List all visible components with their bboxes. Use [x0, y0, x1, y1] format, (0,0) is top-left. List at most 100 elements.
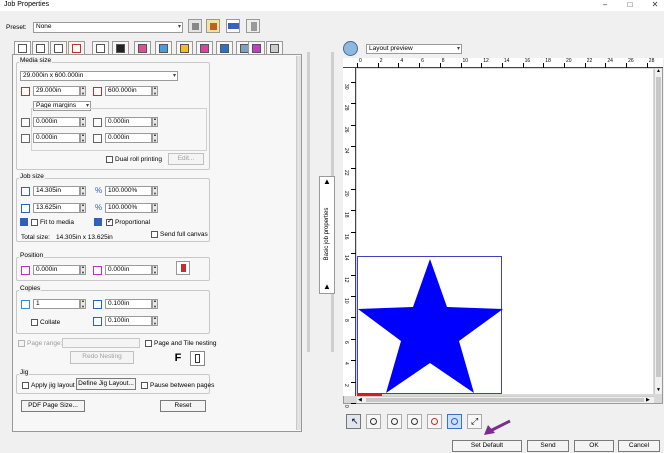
scroll-left-icon[interactable]: ◀ — [358, 397, 362, 403]
panel-scrollbar[interactable] — [296, 56, 301, 430]
pause-pages-checkbox[interactable] — [141, 382, 148, 389]
nesting-mode-button[interactable] — [190, 351, 205, 366]
collate-checkbox[interactable] — [31, 319, 38, 326]
anchor-button[interactable] — [176, 261, 190, 275]
margin-bottom-right-spinner[interactable] — [152, 132, 158, 143]
zoom-out-button[interactable] — [407, 414, 422, 429]
position-x-spinner[interactable] — [80, 264, 86, 275]
dual-roll-checkbox[interactable] — [106, 156, 113, 163]
margin-bottom-left-field[interactable]: 0.000in — [33, 133, 80, 143]
position-x-field[interactable]: 0.000in — [33, 265, 80, 275]
cancel-button[interactable]: Cancel — [618, 440, 660, 452]
scroll-thumb[interactable] — [366, 398, 644, 402]
spacing-h-spinner[interactable] — [152, 298, 158, 309]
job-height-pct-spinner[interactable] — [152, 202, 158, 213]
margin-top-left-spinner[interactable] — [80, 116, 86, 127]
media-size-label: Media size — [19, 57, 53, 64]
ruler-label: 2 — [343, 383, 349, 387]
preview-mode-combo[interactable]: Layout preview ▾ — [366, 44, 462, 54]
margin-top-right-spinner[interactable] — [152, 116, 158, 127]
f-button[interactable]: F — [171, 351, 185, 365]
maximize-button[interactable]: □ — [623, 0, 637, 11]
job-width-pct-field[interactable]: 100.000% — [105, 186, 152, 196]
page-tile-nesting-checkbox[interactable] — [145, 340, 152, 347]
margin-top-right-field[interactable]: 0.000in — [105, 117, 152, 127]
reset-button[interactable]: Reset — [160, 400, 206, 412]
margin-top-left-field[interactable]: 0.000in — [33, 117, 80, 127]
preview-v-scrollbar[interactable]: ▲ ▼ — [654, 68, 662, 394]
media-size-combo[interactable]: 29.000in x 600.000in ▾ — [20, 71, 178, 81]
zoom-in-button[interactable] — [387, 414, 402, 429]
edit-button[interactable]: Edit... — [168, 153, 204, 165]
save-preset-button[interactable] — [188, 19, 202, 33]
position-y-spinner[interactable] — [152, 264, 158, 275]
margin-bottom-right-field[interactable]: 0.000in — [105, 133, 152, 143]
tab-settings[interactable] — [112, 41, 129, 55]
zoom-fit-button[interactable] — [427, 414, 442, 429]
ok-button[interactable]: OK — [574, 440, 614, 452]
scroll-down-icon[interactable]: ▼ — [656, 387, 661, 393]
zoom-tool-button[interactable] — [366, 414, 381, 429]
spacing-v-field[interactable]: 0.100in — [105, 316, 152, 326]
spacing-v-spinner[interactable] — [152, 315, 158, 326]
close-button[interactable]: ✕ — [648, 0, 662, 11]
compass-icon[interactable] — [343, 41, 358, 56]
tab-color[interactable] — [176, 41, 193, 55]
job-preview[interactable] — [357, 256, 503, 394]
select-tool-button[interactable]: ↖ — [346, 414, 361, 429]
copies-spinner[interactable] — [80, 298, 86, 309]
job-width-pct-spinner[interactable] — [152, 185, 158, 196]
tab-grid[interactable] — [68, 41, 85, 55]
scroll-thumb[interactable] — [656, 77, 661, 377]
proportional-checkbox[interactable] — [106, 217, 113, 226]
tab-output[interactable] — [50, 41, 67, 55]
media-height-spinner[interactable] — [152, 85, 158, 96]
define-jig-button[interactable]: Define Jig Layout... — [76, 378, 136, 390]
position-y-field[interactable]: 0.000in — [105, 265, 152, 275]
apply-jig-checkbox[interactable] — [22, 382, 29, 389]
preset-combo[interactable]: None ▾ — [33, 22, 183, 33]
copies-field[interactable]: 1 — [33, 299, 80, 309]
tab-printer[interactable] — [32, 41, 49, 55]
margin-bottom-left-spinner[interactable] — [80, 132, 86, 143]
job-width-spinner[interactable] — [80, 185, 86, 196]
delete-preset-button[interactable] — [246, 19, 260, 33]
splitter-left[interactable] — [307, 52, 310, 352]
tab-pen[interactable] — [248, 41, 265, 55]
tab-layers[interactable] — [134, 41, 151, 55]
job-height-spinner[interactable] — [80, 202, 86, 213]
send-full-canvas-checkbox[interactable] — [151, 231, 158, 238]
preview-h-scrollbar[interactable]: ◀ ▶ — [357, 396, 654, 403]
set-default-button[interactable]: Set Default — [452, 440, 522, 452]
tab-color-2[interactable] — [196, 41, 213, 55]
tab-page[interactable] — [14, 41, 31, 55]
tab-chart[interactable] — [216, 41, 233, 55]
send-button[interactable]: Send — [527, 440, 569, 452]
job-height-pct-field[interactable]: 100.000% — [105, 203, 152, 213]
job-height-field[interactable]: 13.625in — [33, 203, 80, 213]
media-width-spinner[interactable] — [80, 85, 86, 96]
job-width-field[interactable]: 14.305in — [33, 186, 80, 196]
redo-nesting-button[interactable]: Redo Nesting — [70, 351, 134, 364]
ruler-label: 24 — [343, 148, 349, 154]
rename-preset-button[interactable] — [226, 19, 240, 33]
page-range-checkbox[interactable] — [18, 340, 25, 347]
ruler-label: 12 — [483, 58, 489, 64]
scroll-up-icon[interactable]: ▲ — [656, 68, 661, 74]
scroll-right-icon[interactable]: ▶ — [646, 397, 650, 403]
tab-marks[interactable] — [92, 41, 109, 55]
fit-to-media-checkbox[interactable] — [31, 219, 38, 226]
media-height-field[interactable]: 600.000in — [105, 86, 152, 96]
ruler-label: 14 — [343, 255, 349, 261]
fullscreen-button[interactable]: ⤢ — [467, 414, 482, 429]
tab-stack[interactable] — [155, 41, 172, 55]
zoom-page-button[interactable] — [447, 414, 462, 429]
page-range-field[interactable] — [62, 338, 140, 348]
media-width-field[interactable]: 29.000in — [33, 86, 80, 96]
spacing-h-field[interactable]: 0.100in — [105, 299, 152, 309]
basic-job-properties-tab[interactable]: ▲ ▲ Basic job properties — [319, 176, 335, 294]
pdf-page-size-button[interactable]: PDF Page Size... — [21, 400, 85, 412]
minimize-button[interactable]: – — [598, 0, 612, 11]
save-as-preset-button[interactable] — [206, 19, 220, 33]
tab-wrench[interactable] — [266, 41, 283, 55]
